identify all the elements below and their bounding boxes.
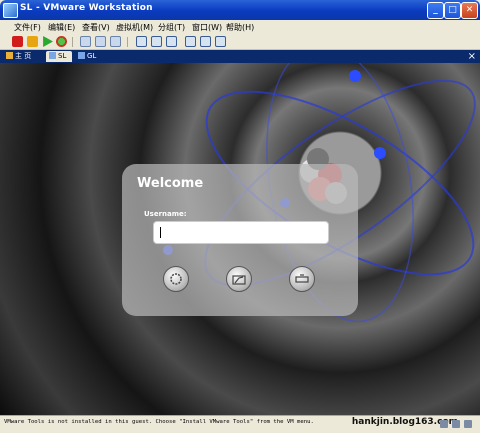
username-input[interactable] — [153, 221, 329, 244]
menu-help[interactable]: 帮助(H) — [226, 22, 254, 33]
reset-icon[interactable] — [56, 36, 67, 47]
network-icon[interactable] — [452, 420, 460, 428]
device-icon[interactable] — [440, 420, 448, 428]
vm-tab-bar: 主 页 SL GL × — [0, 50, 480, 63]
status-bar: VMware Tools is not installed in this gu… — [0, 415, 480, 433]
text-caret — [160, 227, 161, 238]
shutdown-button[interactable] — [289, 266, 315, 292]
power-on-icon[interactable] — [43, 36, 53, 47]
snapshot-take-icon[interactable] — [80, 36, 91, 47]
toolbar — [0, 35, 480, 50]
power-off-icon[interactable] — [12, 36, 23, 47]
tab-home[interactable]: 主 页 — [3, 51, 43, 62]
login-panel: Welcome Username: — [122, 164, 358, 316]
home-icon — [6, 52, 13, 59]
vmware-app-icon — [3, 3, 18, 18]
window-titlebar: SL - VMware Workstation _ □ ✕ — [0, 0, 480, 20]
tab-sl[interactable]: SL — [46, 51, 72, 62]
view-fullscreen-icon[interactable] — [166, 36, 177, 47]
gear-icon — [170, 273, 182, 285]
menu-window[interactable]: 窗口(W) — [192, 22, 222, 33]
menu-bar: 文件(F) 编辑(E) 查看(V) 虚拟机(M) 分组(T) 窗口(W) 帮助(… — [0, 20, 480, 35]
usb-icon[interactable] — [464, 420, 472, 428]
language-button[interactable] — [163, 266, 189, 292]
vm-display[interactable]: Welcome Username: — [0, 63, 480, 415]
username-label: Username: — [144, 210, 187, 218]
tab-home-label: 主 页 — [15, 52, 32, 60]
computer-icon — [295, 274, 309, 283]
minimize-button[interactable]: _ — [427, 2, 444, 19]
toolbar-separator — [127, 37, 128, 47]
suspend-icon[interactable] — [27, 36, 38, 47]
toolbar-separator — [72, 37, 73, 47]
tab-sl-label: SL — [58, 52, 67, 60]
menu-vm[interactable]: 虚拟机(M) — [116, 22, 153, 33]
vm-icon — [49, 52, 56, 59]
session-button[interactable] — [226, 266, 252, 292]
tab-gl[interactable]: GL — [75, 51, 101, 62]
snapshot-manager-icon[interactable] — [110, 36, 121, 47]
menu-view[interactable]: 查看(V) — [82, 22, 110, 33]
menu-edit[interactable]: 编辑(E) — [48, 22, 75, 33]
menu-file[interactable]: 文件(F) — [14, 22, 41, 33]
tab-gl-label: GL — [87, 52, 97, 60]
status-message: VMware Tools is not installed in this gu… — [4, 419, 314, 425]
snapshot-revert-icon[interactable] — [95, 36, 106, 47]
window-title: SL - VMware Workstation — [20, 3, 153, 13]
view-quick-switch-icon[interactable] — [151, 36, 162, 47]
vm-icon — [78, 52, 85, 59]
maximize-button[interactable]: □ — [444, 2, 461, 19]
close-button[interactable]: ✕ — [461, 2, 478, 19]
view-summary-icon[interactable] — [200, 36, 211, 47]
session-icon — [232, 275, 246, 285]
view-sidebar-icon[interactable] — [136, 36, 147, 47]
view-appliance-icon[interactable] — [215, 36, 226, 47]
menu-team[interactable]: 分组(T) — [158, 22, 185, 33]
welcome-title: Welcome — [137, 176, 204, 191]
close-tab-icon[interactable]: × — [468, 50, 476, 63]
view-console-icon[interactable] — [185, 36, 196, 47]
